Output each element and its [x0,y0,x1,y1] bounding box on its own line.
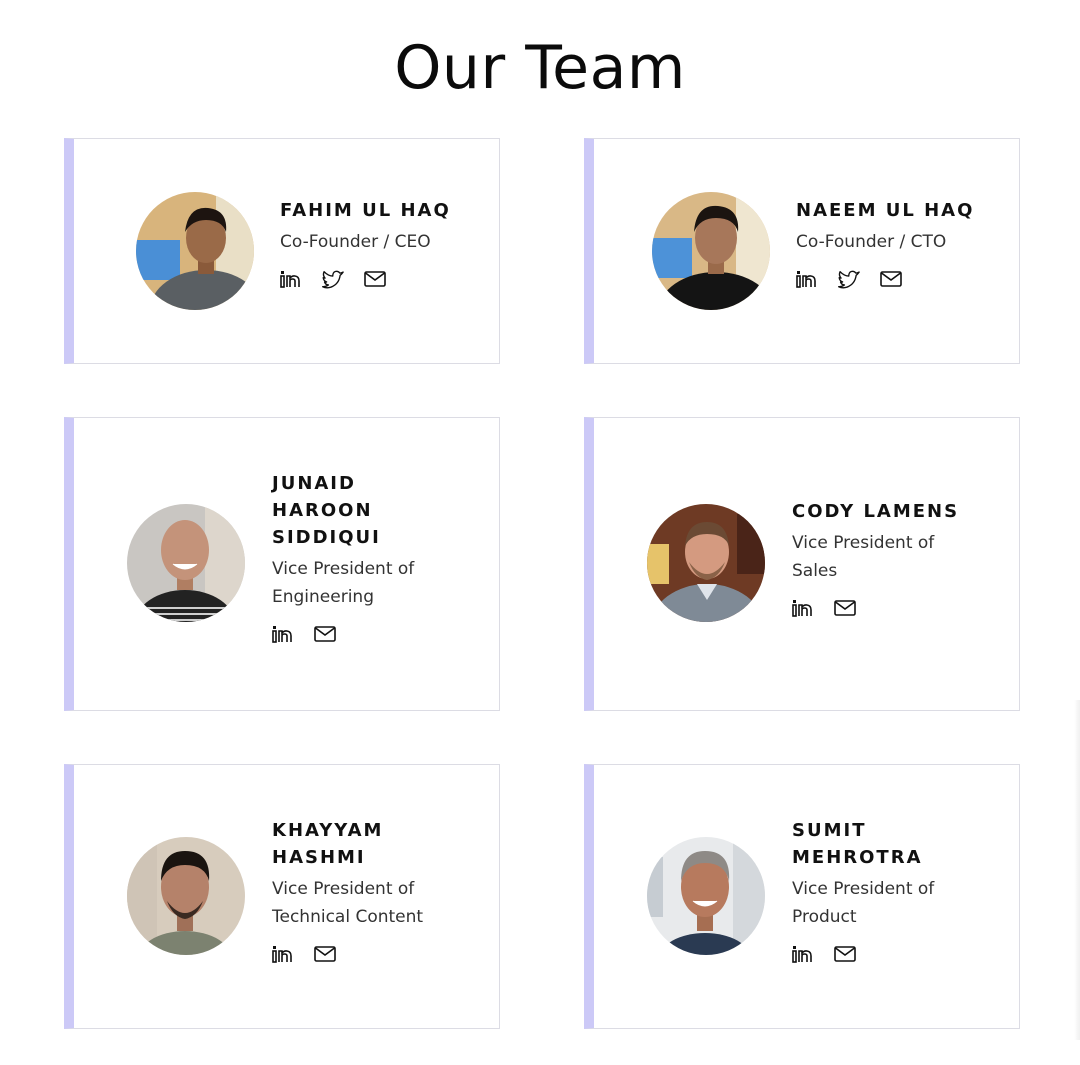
linkedin-icon[interactable] [272,943,294,965]
team-card-fahim: FAHIM UL HAQ Co-Founder / CEO [64,138,500,364]
member-role: Vice President of Technical Content [272,875,492,931]
role-line: Co-Founder / CEO [280,232,431,252]
role-line: Vice President of [792,879,935,899]
member-name: FAHIM UL HAQ [280,197,490,224]
team-card-naeem: NAEEM UL HAQ Co-Founder / CTO [584,138,1020,364]
role-line: Engineering [272,587,374,607]
role-line: Co-Founder / CTO [796,232,947,252]
mail-icon[interactable] [314,943,336,965]
avatar [652,192,770,310]
name-line: CODY LAMENS [792,501,960,522]
linkedin-icon[interactable] [272,623,294,645]
member-name: JUNAID HAROON SIDDIQUI [272,470,492,551]
member-name: CODY LAMENS [792,498,1012,525]
name-line: HASHMI [272,847,366,868]
mail-icon[interactable] [364,268,386,290]
member-name: NAEEM UL HAQ [796,197,1010,224]
role-line: Vice President of [792,533,935,553]
name-line: SUMIT [792,820,867,841]
name-line: HAROON [272,500,373,521]
mail-icon[interactable] [880,268,902,290]
member-role: Co-Founder / CTO [796,228,1010,256]
avatar [647,837,765,955]
avatar [647,504,765,622]
mail-icon[interactable] [314,623,336,645]
member-role: Vice President of Sales [792,529,1012,585]
avatar [136,192,254,310]
linkedin-icon[interactable] [792,943,814,965]
team-card-sumit: SUMIT MEHROTRA Vice President of Product [584,764,1020,1029]
role-line: Product [792,907,857,927]
member-name: KHAYYAM HASHMI [272,817,492,871]
member-role: Co-Founder / CEO [280,228,490,256]
role-line: Sales [792,561,838,581]
role-line: Vice President of [272,879,415,899]
avatar [127,504,245,622]
avatar [127,837,245,955]
name-line: MEHROTRA [792,847,923,868]
member-role: Vice President of Product [792,875,1012,931]
name-line: NAEEM UL HAQ [796,200,975,221]
twitter-icon[interactable] [322,268,344,290]
team-card-cody: CODY LAMENS Vice President of Sales [584,417,1020,711]
mail-icon[interactable] [834,943,856,965]
name-line: KHAYYAM [272,820,384,841]
role-line: Vice President of [272,559,415,579]
name-line: SIDDIQUI [272,527,381,548]
linkedin-icon[interactable] [280,268,302,290]
member-name: SUMIT MEHROTRA [792,817,1012,871]
name-line: FAHIM UL HAQ [280,200,451,221]
role-line: Technical Content [272,907,424,927]
linkedin-icon[interactable] [796,268,818,290]
twitter-icon[interactable] [838,268,860,290]
member-role: Vice President of Engineering [272,555,492,611]
team-card-junaid: JUNAID HAROON SIDDIQUI Vice President of… [64,417,500,711]
page-title: Our Team [394,33,686,103]
name-line: JUNAID [272,473,356,494]
mail-icon[interactable] [834,597,856,619]
linkedin-icon[interactable] [792,597,814,619]
team-card-khayyam: KHAYYAM HASHMI Vice President of Technic… [64,764,500,1029]
scroll-edge-shadow [1074,700,1080,1040]
